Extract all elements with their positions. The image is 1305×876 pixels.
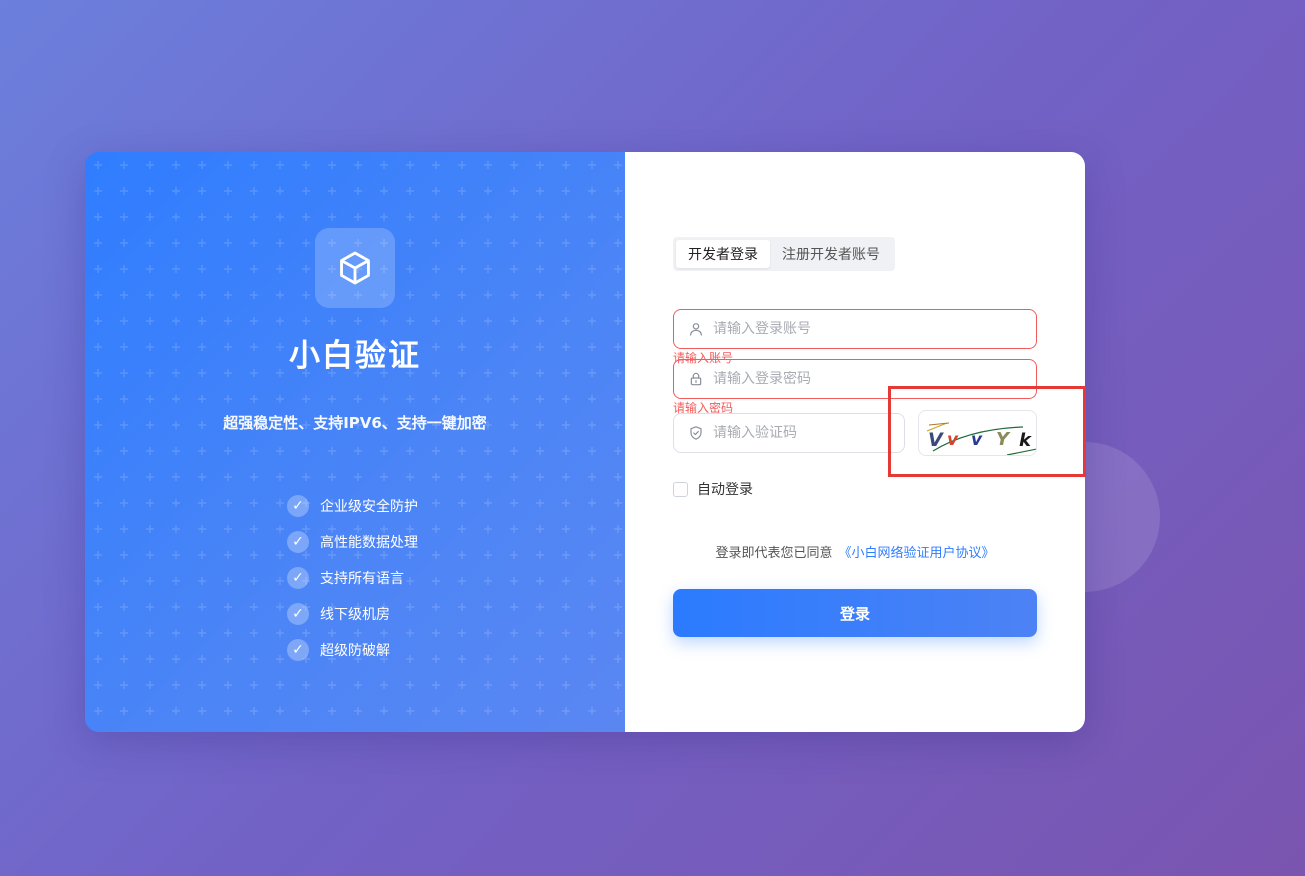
agreement-prefix: 登录即代表您已同意 [715,546,833,561]
svg-text:v: v [947,430,959,450]
feature-label: 高性能数据处理 [320,535,418,551]
svg-text:Y: Y [996,429,1011,450]
user-icon [690,323,702,336]
account-input[interactable] [713,321,963,337]
login-card: 小白验证 超强稳定性、支持IPV6、支持一键加密 ✓ 企业级安全防护 ✓ 高性能数据… [85,152,1085,732]
feature-item: ✓ 超级防破解 [287,632,418,668]
feature-item: ✓ 企业级安全防护 [287,488,418,524]
check-icon: ✓ [287,639,309,661]
brand-panel: 小白验证 超强稳定性、支持IPV6、支持一键加密 ✓ 企业级安全防护 ✓ 高性能数据… [85,152,625,732]
feature-label: 线下级机房 [320,607,390,623]
svg-text:V: V [928,429,944,451]
feature-label: 企业级安全防护 [320,499,418,515]
check-icon: ✓ [287,495,309,517]
agreement-text: 登录即代表您已同意 《小白网络验证用户协议》 [625,542,1085,561]
lock-icon [690,372,702,386]
feature-item: ✓ 高性能数据处理 [287,524,418,560]
captcha-field[interactable] [673,413,905,453]
account-field[interactable] [673,309,1037,349]
login-button[interactable]: 登录 [673,589,1037,637]
feature-list: ✓ 企业级安全防护 ✓ 高性能数据处理 ✓ 支持所有语言 ✓ 线下级机房 ✓ 超级防破解 [287,488,418,668]
auto-login-label: 自动登录 [697,482,753,498]
agreement-link[interactable]: 《小白网络验证用户协议》 [839,546,995,561]
cube-icon [340,251,370,285]
check-icon: ✓ [287,567,309,589]
captcha-graphic: V v v Y k [926,422,1036,455]
check-icon: ✓ [287,531,309,553]
logo [315,228,395,308]
password-field[interactable] [673,359,1037,399]
feature-label: 支持所有语言 [320,571,404,587]
checkbox-box[interactable] [673,481,688,497]
login-tabs: 开发者登录 注册开发者账号 [673,237,895,271]
tab-developer-login[interactable]: 开发者登录 [676,240,770,268]
feature-label: 超级防破解 [320,643,390,659]
login-panel: 开发者登录 注册开发者账号 请输入账号 请输入密码 [625,152,1085,732]
brand-tagline: 超强稳定性、支持IPV6、支持一键加密 [223,414,487,432]
captcha-input[interactable] [713,425,873,441]
brand-name: 小白验证 [289,338,421,374]
captcha-image[interactable]: V v v Y k [918,410,1037,456]
feature-item: ✓ 线下级机房 [287,596,418,632]
auto-login-checkbox[interactable]: 自动登录 [673,479,753,499]
svg-text:v: v [971,430,983,450]
shield-icon [690,426,702,440]
tab-register-developer[interactable]: 注册开发者账号 [770,240,892,268]
check-icon: ✓ [287,603,309,625]
feature-item: ✓ 支持所有语言 [287,560,418,596]
svg-text:k: k [1019,430,1032,451]
password-input[interactable] [713,371,963,387]
